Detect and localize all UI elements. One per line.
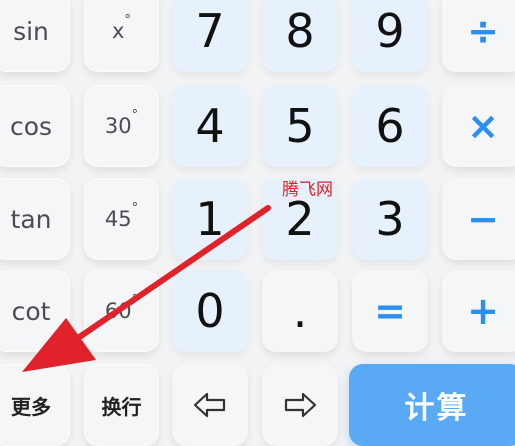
degree-symbol: ° — [131, 293, 139, 308]
x-label: x — [112, 19, 125, 43]
equals-key[interactable]: = — [352, 270, 428, 352]
digit-7-key[interactable]: 7 — [172, 0, 248, 72]
sin-label: sin — [13, 16, 49, 46]
multiply-icon: × — [467, 104, 499, 148]
tan-label: tan — [10, 204, 52, 234]
more-button[interactable]: 更多 — [0, 364, 70, 446]
60-degree-key[interactable]: 60° — [84, 270, 159, 352]
cot-key[interactable]: cot — [0, 270, 70, 352]
sin-key[interactable]: sin — [0, 0, 70, 72]
newline-label: 换行 — [101, 394, 142, 419]
digit-9-key[interactable]: 9 — [352, 0, 428, 72]
x-degree-label: x° — [112, 13, 131, 43]
digit-7-label: 7 — [195, 4, 225, 58]
divide-key[interactable]: ÷ — [442, 0, 515, 72]
digit-1-key[interactable]: 1 — [172, 178, 248, 260]
digit-1-label: 1 — [195, 192, 225, 246]
digit-9-label: 9 — [375, 4, 405, 58]
minus-key[interactable]: − — [442, 178, 515, 260]
45-degree-key[interactable]: 45° — [84, 178, 159, 260]
x-degree-key[interactable]: x° — [84, 0, 159, 72]
digit-8-key[interactable]: 8 — [262, 0, 338, 72]
more-label: 更多 — [11, 394, 51, 419]
degree-symbol: ° — [131, 201, 139, 216]
digit-0-key[interactable]: 0 — [172, 270, 248, 352]
decimal-point-label: . — [292, 284, 308, 338]
plus-icon: + — [467, 289, 499, 333]
45-degree-label: 45° — [104, 201, 138, 231]
digit-5-key[interactable]: 5 — [262, 85, 338, 167]
degree-symbol: ° — [124, 13, 131, 28]
digit-0-label: 0 — [195, 284, 225, 338]
45-label: 45 — [104, 207, 132, 231]
30-label: 30 — [104, 114, 132, 138]
calculate-label: 计算 — [404, 391, 469, 426]
cos-label: cos — [9, 111, 53, 141]
digit-3-label: 3 — [375, 192, 405, 246]
plus-key[interactable]: + — [442, 270, 515, 352]
digit-6-label: 6 — [375, 99, 405, 153]
cos-key[interactable]: cos — [0, 85, 70, 167]
equals-icon: = — [374, 289, 406, 333]
30-degree-label: 30° — [104, 108, 138, 138]
digit-6-key[interactable]: 6 — [352, 85, 428, 167]
arrow-right-icon — [284, 392, 317, 418]
30-degree-key[interactable]: 30° — [84, 85, 159, 167]
degree-symbol: ° — [131, 108, 139, 123]
newline-button[interactable]: 换行 — [84, 364, 159, 446]
digit-2-label: 2 — [285, 192, 315, 246]
cursor-left-button[interactable] — [172, 364, 248, 446]
digit-8-label: 8 — [285, 4, 315, 58]
tan-key[interactable]: tan — [0, 178, 70, 260]
decimal-point-key[interactable]: . — [262, 270, 338, 352]
minus-icon: − — [467, 197, 499, 241]
multiply-key[interactable]: × — [442, 85, 515, 167]
watermark-text: 腾飞网 — [282, 180, 333, 200]
60-label: 60 — [104, 299, 132, 323]
60-degree-label: 60° — [104, 293, 138, 323]
divide-icon: ÷ — [467, 9, 499, 53]
digit-5-label: 5 — [285, 99, 315, 153]
cursor-right-button[interactable] — [262, 364, 338, 446]
digit-4-key[interactable]: 4 — [172, 85, 248, 167]
digit-4-label: 4 — [195, 99, 225, 153]
calculate-button[interactable]: 计算 — [349, 364, 515, 446]
arrow-left-icon — [193, 392, 226, 418]
cot-label: cot — [11, 296, 51, 326]
digit-3-key[interactable]: 3 — [352, 178, 428, 260]
